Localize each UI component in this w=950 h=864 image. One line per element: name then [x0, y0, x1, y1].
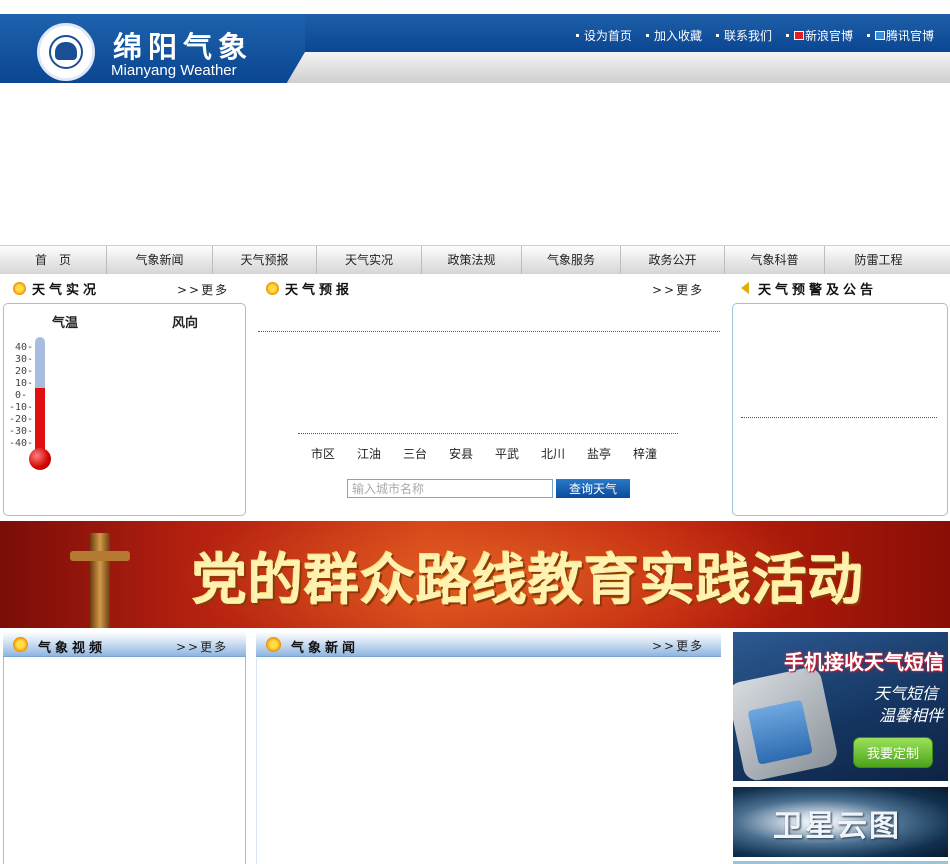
thermometer-tick: 10- [15, 378, 34, 389]
set-homepage-link[interactable]: 设为首页 [575, 27, 632, 44]
city-link-santai[interactable]: 三台 [392, 445, 438, 462]
warning-header: 天气预警及公告 [741, 278, 877, 298]
city-link-pingwu[interactable]: 平武 [484, 445, 530, 462]
bullet-icon [575, 34, 579, 37]
nav-item-forecast[interactable]: 天气预报 [213, 246, 317, 274]
main-nav: 首 页 气象新闻 天气预报 天气实况 政策法规 气象服务 政务公开 气象科普 防… [0, 245, 950, 274]
city-list: 市区 江油 三台 安县 平武 北川 盐亭 梓潼 [300, 445, 680, 462]
thermometer-tick: -30- [9, 426, 34, 437]
city-search-input[interactable] [347, 479, 553, 498]
city-link-anxian[interactable]: 安县 [438, 445, 484, 462]
top-strip [0, 0, 950, 14]
city-link-jiangyou[interactable]: 江油 [346, 445, 392, 462]
video-more-link[interactable]: >>更多 [176, 638, 228, 655]
divider [741, 417, 937, 418]
nav-item-services[interactable]: 气象服务 [522, 246, 621, 274]
thermometer-tick: -20- [9, 414, 34, 425]
nav-item-home[interactable]: 首 页 [0, 246, 107, 274]
city-link-zitong[interactable]: 梓潼 [622, 445, 668, 462]
nav-item-policy[interactable]: 政策法规 [422, 246, 522, 274]
warning-panel [732, 303, 948, 516]
warning-title: 天气预警及公告 [758, 282, 878, 298]
sun-icon [13, 281, 26, 295]
live-more-link[interactable]: >>更多 [177, 281, 229, 298]
thermometer-tick: 30- [15, 354, 34, 365]
site-title: 绵阳气象 [113, 30, 254, 64]
thermometer-tick: -10- [9, 402, 34, 413]
tencent-weibo-link[interactable]: 腾讯官博 [866, 27, 934, 44]
thermometer-bulb [29, 448, 51, 470]
satellite-cloud-ad[interactable]: 卫星云图 [733, 787, 948, 857]
city-link-yanting[interactable]: 盐亭 [576, 445, 622, 462]
campaign-banner[interactable]: 党的群众路线教育实践活动 [0, 521, 950, 628]
divider [256, 658, 257, 864]
city-link-beichuan[interactable]: 北川 [530, 445, 576, 462]
nav-item-news[interactable]: 气象新闻 [107, 246, 213, 274]
video-title: 气象视频 [38, 641, 107, 656]
thermometer-tick: 40- [15, 342, 34, 353]
divider [258, 331, 720, 332]
thermometer-tick: 20- [15, 366, 34, 377]
phone-icon [733, 665, 840, 781]
logo-panel[interactable]: 绵阳气象 Mianyang Weather [0, 14, 305, 83]
nav-item-live[interactable]: 天气实况 [317, 246, 422, 274]
bullet-icon [715, 34, 719, 37]
thermometer-tick: 0- [15, 390, 28, 401]
top-links: 设为首页 加入收藏 联系我们 新浪官博 腾讯官博 [575, 27, 934, 44]
live-weather-title: 天气实况 [32, 282, 101, 298]
add-favorite-link[interactable]: 加入收藏 [645, 27, 702, 44]
bullet-icon [866, 34, 870, 37]
temperature-column-label: 气温 [52, 316, 79, 331]
nav-item-government[interactable]: 政务公开 [621, 246, 725, 274]
bullet-icon [785, 34, 789, 37]
banner-text: 党的群众路线教育实践活动 [192, 548, 865, 612]
nav-item-lightning[interactable]: 防雷工程 [825, 246, 932, 274]
sun-icon [266, 281, 279, 295]
sms-ad-slogan-1: 天气短信 [873, 684, 938, 703]
news-title: 气象新闻 [291, 641, 360, 656]
news-more-link[interactable]: >>更多 [652, 637, 704, 654]
nav-item-science[interactable]: 气象科普 [725, 246, 825, 274]
live-weather-header: 天气实况 [13, 278, 100, 298]
huabiao-pillar-icon [90, 533, 110, 628]
sms-ad-slogan-2: 温馨相伴 [878, 706, 943, 725]
live-weather-panel: 气温 风向 40- 30- 20- 10- 0- -10- -20- -30- -40- [3, 303, 246, 516]
query-weather-button[interactable]: 查询天气 [556, 479, 630, 498]
tencent-weibo-icon [874, 31, 885, 40]
site-header: 绵阳气象 Mianyang Weather 设为首页 加入收藏 联系我们 新浪官… [0, 14, 950, 83]
thermometer-icon [35, 337, 45, 465]
site-subtitle: Mianyang Weather [111, 62, 237, 79]
cma-emblem-icon [37, 23, 95, 81]
forecast-header: 天气预报 [266, 278, 353, 298]
contact-us-link[interactable]: 联系我们 [715, 27, 772, 44]
sina-weibo-icon [793, 31, 804, 40]
video-panel [3, 632, 246, 864]
city-link-urban[interactable]: 市区 [300, 445, 346, 462]
divider [298, 433, 678, 434]
sms-ad-heading: 手机接收天气短信 [784, 650, 944, 674]
bullet-icon [645, 34, 649, 37]
forecast-more-link[interactable]: >>更多 [652, 281, 704, 298]
subscribe-button[interactable]: 我要定制 [853, 737, 933, 768]
speaker-icon [741, 282, 749, 294]
sun-icon [13, 637, 28, 652]
satellite-ad-label: 卫星云图 [773, 809, 901, 844]
forecast-title: 天气预报 [285, 282, 354, 298]
wind-column-label: 风向 [172, 316, 199, 331]
thermometer-tick: -40- [9, 438, 34, 449]
sms-subscription-ad[interactable]: 手机接收天气短信 天气短信 温馨相伴 我要定制 [733, 632, 948, 781]
sun-icon [266, 637, 281, 652]
sina-weibo-link[interactable]: 新浪官博 [785, 27, 853, 44]
